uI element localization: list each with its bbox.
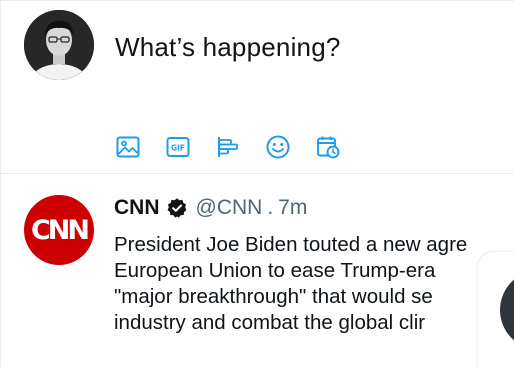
overlay-avatar[interactable]: [500, 270, 514, 350]
image-icon: [116, 136, 140, 158]
emoji-button[interactable]: [263, 132, 293, 162]
user-avatar-photo: [24, 10, 94, 80]
app-frame: What’s happening? GIF CNN CNN @CNN . 7m …: [0, 0, 514, 367]
poll-button[interactable]: [213, 132, 243, 162]
author-avatar[interactable]: CNN: [24, 195, 94, 265]
tweet-card[interactable]: CNN CNN @CNN . 7m President Joe Biden to…: [0, 174, 514, 367]
tweet-composer: What’s happening? GIF: [0, 0, 514, 173]
verified-badge-icon: [166, 197, 188, 219]
header-separator: .: [267, 196, 274, 219]
gif-button[interactable]: GIF: [163, 132, 193, 162]
tweet-header: CNN @CNN . 7m: [114, 194, 307, 222]
composer-toolbar: GIF: [113, 132, 343, 162]
composer-input[interactable]: What’s happening?: [115, 32, 341, 63]
schedule-button[interactable]: [313, 132, 343, 162]
gif-label: GIF: [171, 144, 185, 153]
tweet-text-line: European Union to ease Trump-era: [114, 259, 436, 282]
tweet-body: President Joe Biden touted a new agre Eu…: [114, 232, 514, 336]
overlay-panel[interactable]: [478, 252, 514, 367]
cnn-logo: CNN: [30, 214, 90, 246]
tweet-text-line: President Joe Biden touted a new agre: [114, 233, 468, 256]
author-name[interactable]: CNN: [114, 196, 160, 220]
tweet-text-line: industry and combat the global clir: [114, 311, 426, 334]
emoji-icon: [266, 135, 290, 159]
image-button[interactable]: [113, 132, 143, 162]
tweet-text-line: "major breakthrough" that would se: [114, 285, 433, 308]
user-avatar[interactable]: [24, 10, 94, 80]
poll-icon: [218, 137, 238, 157]
author-handle[interactable]: @CNN: [196, 196, 263, 220]
schedule-icon: [317, 136, 340, 159]
gif-icon: GIF: [166, 137, 190, 157]
tweet-timestamp[interactable]: 7m: [278, 196, 307, 220]
